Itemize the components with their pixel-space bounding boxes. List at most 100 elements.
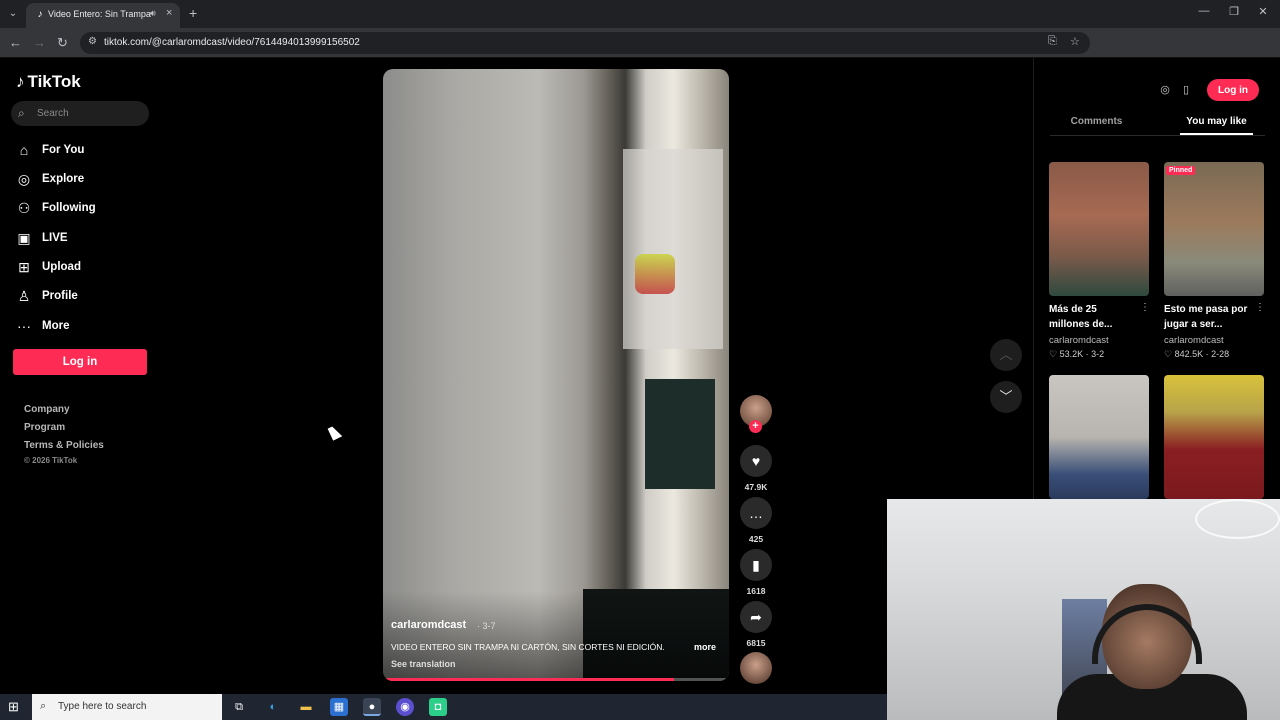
search-box[interactable]: ⌕ xyxy=(11,101,149,126)
back-icon[interactable]: ← xyxy=(9,35,22,50)
upload-icon: ⊞ xyxy=(18,259,30,275)
close-window-button[interactable]: ✕ xyxy=(1253,5,1273,18)
explore-compass-icon[interactable]: ◎ xyxy=(1156,81,1174,99)
restore-button[interactable]: ❐ xyxy=(1224,5,1244,18)
video-frame-wall xyxy=(623,149,723,349)
video-progress-fill xyxy=(383,678,674,681)
new-tab-button[interactable]: + xyxy=(189,5,197,21)
tiktok-logo[interactable]: ♪ TikTok xyxy=(16,72,81,92)
browser-toolbar: ← → ↻ ⚙ tiktok.com/@carlaromdcast/video/… xyxy=(0,28,1280,77)
menu-label: LIVE xyxy=(42,232,68,244)
follow-button[interactable]: + xyxy=(749,420,762,433)
menu-item-explore[interactable]: ◎ Explore xyxy=(16,170,146,192)
url-text: tiktok.com/@carlaromdcast/video/76144940… xyxy=(104,37,360,48)
video-caption: VIDEO ENTERO SIN TRAMPA NI CARTÓN, SIN C… xyxy=(391,642,665,652)
active-tab-indicator xyxy=(1180,133,1253,135)
menu-item-for-you[interactable]: ⌂ For You xyxy=(16,141,146,163)
recommended-thumbnail[interactable] xyxy=(1164,162,1264,296)
tab-title: Video Entero: Sin Trampa ni Cartón xyxy=(48,9,154,19)
footer-link-program[interactable]: Program xyxy=(24,422,65,433)
recommended-author[interactable]: carlaromdcast xyxy=(1049,335,1109,346)
search-input[interactable] xyxy=(37,105,137,121)
browser-tab-bar: ⌄ ♪ Video Entero: Sin Trampa ni Cartón 🔊… xyxy=(0,0,1280,28)
pinned-badge: Pinned xyxy=(1166,166,1196,175)
speaker-icon[interactable]: 🔊︎ xyxy=(150,8,156,19)
tab-close-icon[interactable]: × xyxy=(166,7,172,19)
tab-divider xyxy=(1050,135,1265,136)
menu-item-live[interactable]: ▣ LIVE xyxy=(16,229,146,251)
home-icon: ⌂ xyxy=(19,142,29,158)
recommended-title[interactable]: Esto me pasa por jugar a ser... xyxy=(1164,302,1252,332)
windows-start-icon[interactable]: ⊞ xyxy=(8,699,19,715)
recommended-likes: 842.5K xyxy=(1174,349,1204,359)
task-view-icon[interactable]: ⧉ xyxy=(230,698,248,716)
tab-comments[interactable]: Comments xyxy=(1050,116,1143,127)
music-disc-avatar[interactable] xyxy=(740,652,772,684)
separator: · xyxy=(1205,349,1209,359)
forward-icon[interactable]: → xyxy=(33,35,46,50)
video-progress-bar[interactable] xyxy=(383,678,729,681)
recommended-date: 3-2 xyxy=(1091,349,1105,359)
taskbar-search-placeholder: Type here to search xyxy=(58,701,147,712)
save-count: 1618 xyxy=(746,586,766,596)
video-player[interactable]: carlaromdcast · 3-7 VIDEO ENTERO SIN TRA… xyxy=(383,69,729,681)
copyright: © 2026 TikTok xyxy=(24,456,78,465)
chrome-icon[interactable]: ● xyxy=(363,698,381,716)
caption-more-button[interactable]: more xyxy=(694,642,716,652)
menu-label: Upload xyxy=(42,261,81,273)
footer-link-terms[interactable]: Terms & Policies xyxy=(24,440,104,451)
windows-taskbar: ⊞ ⌕ Type here to search ⧉ ◐ ▬ ▦ ● ◉ ◘ xyxy=(0,694,887,720)
recommended-date: 2-28 xyxy=(1211,349,1230,359)
menu-label: Explore xyxy=(42,173,85,185)
bookmark-icon[interactable]: ▮ xyxy=(740,549,772,581)
file-explorer-icon[interactable]: ▬ xyxy=(297,698,315,716)
more-icon: ··· xyxy=(17,318,31,334)
next-video-icon[interactable]: ﹀ xyxy=(990,381,1022,413)
recommended-likes: 53.2K xyxy=(1059,349,1084,359)
menu-item-profile[interactable]: ♙ Profile xyxy=(16,287,146,309)
recommended-thumbnail[interactable] xyxy=(1049,375,1149,499)
menu-item-following[interactable]: ⚇ Following xyxy=(16,199,146,221)
tiktok-favicon-icon: ♪ xyxy=(37,9,43,20)
menu-item-more[interactable]: ··· More xyxy=(16,317,146,339)
more-options-icon[interactable]: ⋮ xyxy=(1140,302,1150,313)
compass-icon: ◎ xyxy=(17,171,31,187)
video-date: · 3-7 xyxy=(477,621,496,631)
see-translation-link[interactable]: See translation xyxy=(391,659,456,669)
edge-icon[interactable]: ◐ xyxy=(264,698,282,716)
recommended-author[interactable]: carlaromdcast xyxy=(1164,335,1224,346)
minimize-button[interactable]: — xyxy=(1194,5,1214,17)
previous-video-icon[interactable]: ︿ xyxy=(990,339,1022,371)
reload-icon[interactable]: ↻ xyxy=(57,35,68,51)
separator: · xyxy=(1085,349,1089,359)
recommended-thumbnail[interactable] xyxy=(1049,162,1149,296)
discord-icon[interactable]: ◉ xyxy=(396,698,414,716)
recommended-thumbnail[interactable] xyxy=(1164,375,1264,499)
sidebar-login-button[interactable]: Log in xyxy=(13,349,147,375)
bookmark-star-icon[interactable]: ☆ xyxy=(1070,35,1080,48)
footer-link-company[interactable]: Company xyxy=(24,404,70,415)
like-icon[interactable]: ♥ xyxy=(740,445,772,477)
following-icon: ⚇ xyxy=(17,200,31,216)
browser-tab[interactable]: ♪ Video Entero: Sin Trampa ni Cartón 🔊︎ … xyxy=(26,3,180,28)
comment-icon[interactable]: … xyxy=(740,497,772,529)
device-icon[interactable]: ▯ xyxy=(1177,81,1195,99)
more-options-icon[interactable]: ⋮ xyxy=(1255,302,1265,313)
store-icon[interactable]: ▦ xyxy=(330,698,348,716)
taskbar-search[interactable]: ⌕ Type here to search xyxy=(32,694,222,720)
install-icon[interactable]: ⎘ xyxy=(1048,35,1057,48)
video-author[interactable]: carlaromdcast xyxy=(391,619,466,631)
address-bar[interactable]: ⚙ tiktok.com/@carlaromdcast/video/761449… xyxy=(80,32,1090,54)
recommended-title[interactable]: Más de 25 millones de... xyxy=(1049,302,1137,332)
tiktok-note-icon: ♪ xyxy=(16,72,25,91)
share-icon[interactable]: ➦ xyxy=(740,601,772,633)
share-count: 6815 xyxy=(746,638,766,648)
app-icon[interactable]: ◘ xyxy=(429,698,447,716)
menu-item-upload[interactable]: ⊞ Upload xyxy=(16,258,146,280)
tab-search-icon[interactable]: ⌄ xyxy=(4,5,22,23)
header-login-button[interactable]: Log in xyxy=(1207,79,1259,101)
comment-count: 425 xyxy=(748,534,764,544)
menu-label: Profile xyxy=(42,290,78,302)
tab-you-may-like[interactable]: You may like xyxy=(1180,116,1253,127)
site-info-icon[interactable]: ⚙ xyxy=(88,36,97,47)
